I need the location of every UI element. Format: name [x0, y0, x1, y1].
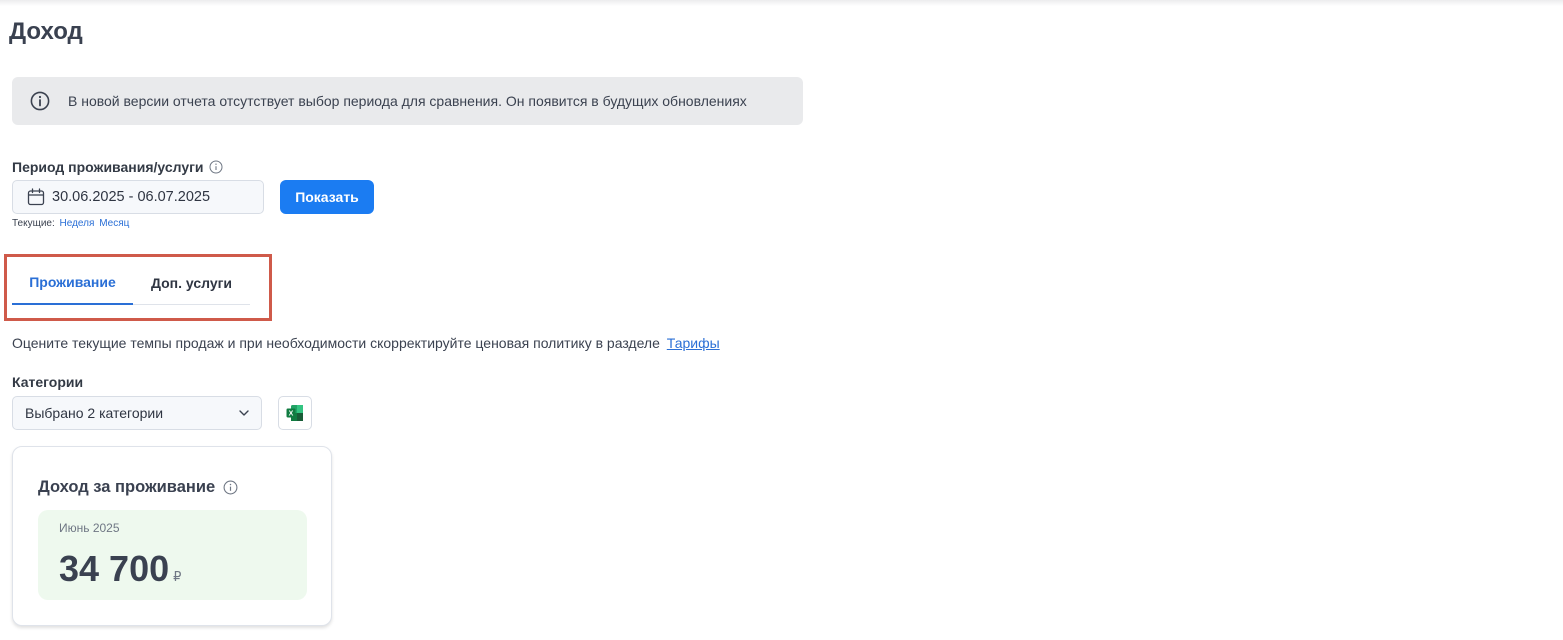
income-card: Доход за проживание Июнь 2025 34 700 ₽: [12, 446, 332, 626]
presets-label: Текущие:: [12, 218, 55, 229]
categories-label: Категории: [12, 374, 84, 390]
period-label: Период проживания/услуги: [12, 159, 223, 175]
page-title: Доход: [9, 18, 83, 45]
tariffs-link[interactable]: Тарифы: [667, 335, 720, 351]
income-value-panel: Июнь 2025 34 700 ₽: [38, 510, 307, 600]
tab-extra-services[interactable]: Доп. услуги: [133, 260, 250, 305]
currency-symbol: ₽: [173, 569, 182, 584]
chevron-down-icon: [239, 410, 249, 416]
income-month: Июнь 2025: [59, 521, 120, 535]
info-notice: В новой версии отчета отсутствует выбор …: [12, 77, 803, 125]
info-icon[interactable]: [209, 160, 223, 174]
period-label-text: Период проживания/услуги: [12, 159, 204, 175]
tab-accommodation[interactable]: Проживание: [12, 260, 133, 305]
calendar-icon: [27, 188, 45, 206]
export-excel-button[interactable]: X: [278, 396, 312, 430]
top-shadow: [0, 0, 1563, 6]
hint-text-body: Оцените текущие темпы продаж и при необх…: [12, 335, 660, 351]
svg-text:X: X: [289, 411, 294, 418]
preset-month-link[interactable]: Месяц: [99, 218, 129, 229]
excel-icon: X: [286, 405, 303, 421]
income-card-title-text: Доход за проживание: [38, 478, 216, 496]
period-date-range-value: 30.06.2025 - 06.07.2025: [52, 189, 211, 205]
income-amount-value: 34 700: [59, 548, 170, 589]
hint-text: Оцените текущие темпы продаж и при необх…: [12, 335, 720, 351]
income-card-title: Доход за проживание: [38, 478, 238, 497]
preset-week-link[interactable]: Неделя: [60, 218, 95, 229]
period-presets: Текущие: Неделя Месяц: [12, 218, 129, 229]
info-icon[interactable]: [223, 480, 238, 495]
period-date-range-input[interactable]: 30.06.2025 - 06.07.2025: [12, 180, 264, 214]
show-button[interactable]: Показать: [280, 180, 374, 214]
info-icon: [30, 91, 50, 111]
income-amount: 34 700 ₽: [59, 548, 181, 590]
categories-selected-value: Выбрано 2 категории: [25, 405, 164, 421]
notice-text: В новой версии отчета отсутствует выбор …: [68, 93, 747, 109]
categories-select[interactable]: Выбрано 2 категории: [12, 396, 262, 430]
tabs: Проживание Доп. услуги: [12, 260, 250, 305]
